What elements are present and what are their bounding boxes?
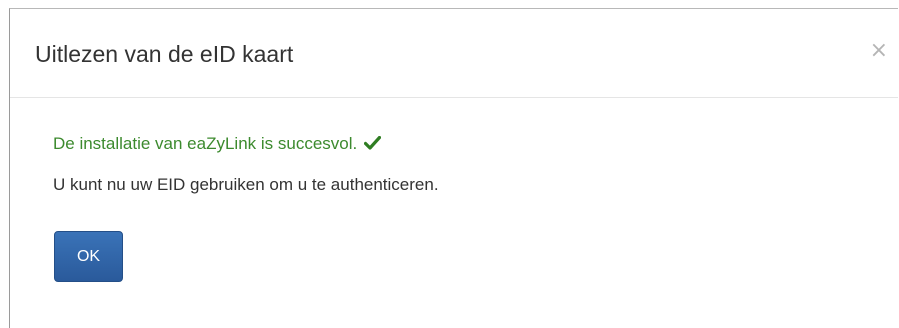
modal-dialog: Uitlezen van de eID kaart × De installat… xyxy=(9,8,898,328)
ok-button[interactable]: OK xyxy=(54,231,123,282)
info-message: U kunt nu uw EID gebruiken om u te authe… xyxy=(53,175,439,194)
close-icon: × xyxy=(869,38,888,63)
close-button[interactable]: × xyxy=(870,40,888,62)
success-message: De installatie van eaZyLink is succesvol… xyxy=(53,134,358,153)
modal-header: Uitlezen van de eID kaart × xyxy=(10,9,898,98)
modal-title: Uitlezen van de eID kaart xyxy=(35,41,294,67)
check-icon xyxy=(363,135,382,150)
success-message-row: De installatie van eaZyLink is succesvol… xyxy=(53,134,382,154)
modal-body: De installatie van eaZyLink is succesvol… xyxy=(10,98,898,328)
